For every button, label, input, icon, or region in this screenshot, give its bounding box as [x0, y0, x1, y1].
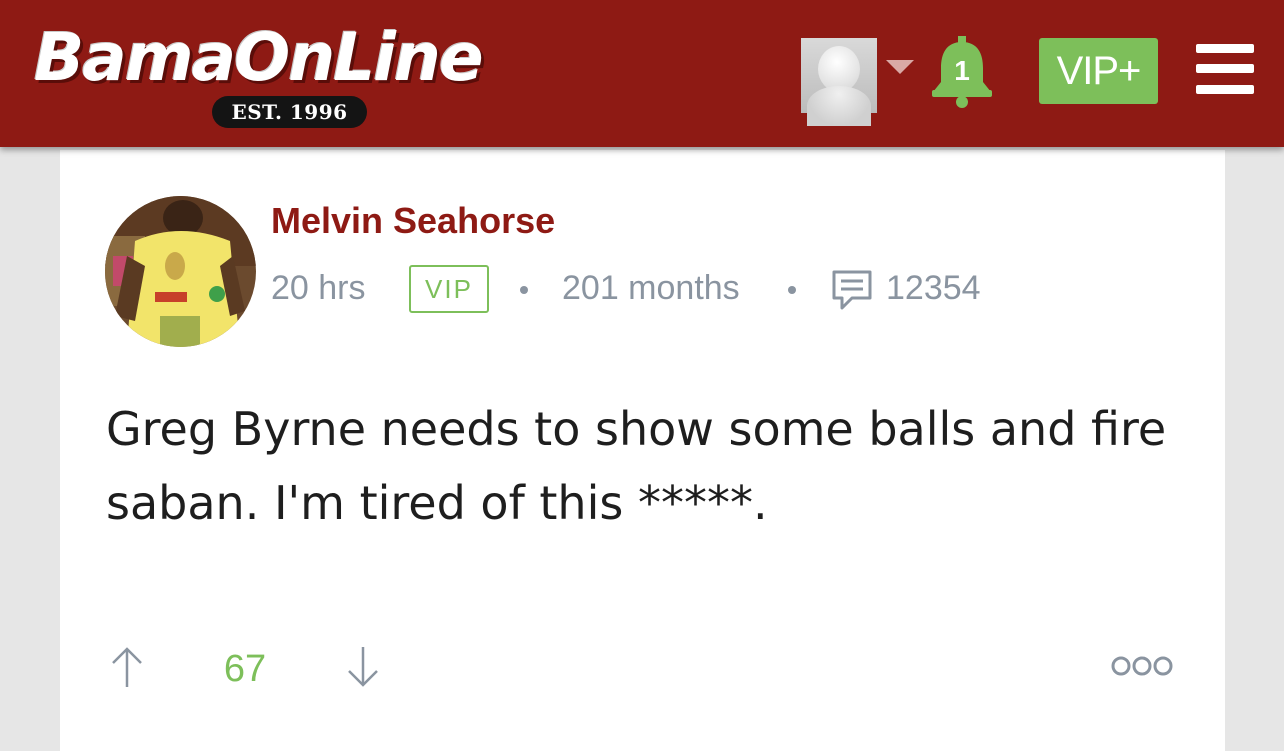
post-count: 12354 — [886, 269, 981, 307]
upvote-button[interactable] — [110, 645, 144, 689]
vote-count: 67 — [223, 648, 267, 690]
site-logo[interactable]: BamaOnLine EST. 1996 — [34, 18, 564, 133]
post-body: Greg Byrne needs to show some balls and … — [106, 402, 1167, 530]
arrow-up-icon — [112, 647, 142, 687]
notifications-button[interactable]: 1 — [928, 32, 996, 108]
logo-text: BamaOnLine — [34, 19, 484, 96]
logo-tagline: EST. 1996 — [212, 96, 367, 128]
user-avatar[interactable] — [801, 38, 877, 126]
membership-duration: 201 months — [562, 269, 740, 307]
separator-dot — [520, 286, 528, 294]
vip-badge: VIP — [409, 265, 489, 313]
notification-count: 1 — [954, 55, 970, 86]
author-name[interactable]: Melvin Seahorse — [271, 200, 555, 242]
author-avatar[interactable] — [105, 196, 256, 347]
menu-icon[interactable] — [1196, 44, 1254, 94]
more-options-button[interactable] — [1110, 654, 1174, 678]
downvote-button[interactable] — [346, 645, 380, 689]
site-header: BamaOnLine EST. 1996 1 VIP+ — [0, 0, 1284, 147]
comment-icon — [830, 268, 874, 312]
post-time[interactable]: 20 hrs — [271, 265, 366, 311]
chevron-down-icon[interactable] — [886, 60, 914, 74]
arrow-down-icon — [348, 647, 378, 687]
separator-dot — [788, 286, 796, 294]
more-icon — [1111, 656, 1173, 676]
vip-plus-button[interactable]: VIP+ — [1039, 38, 1158, 104]
